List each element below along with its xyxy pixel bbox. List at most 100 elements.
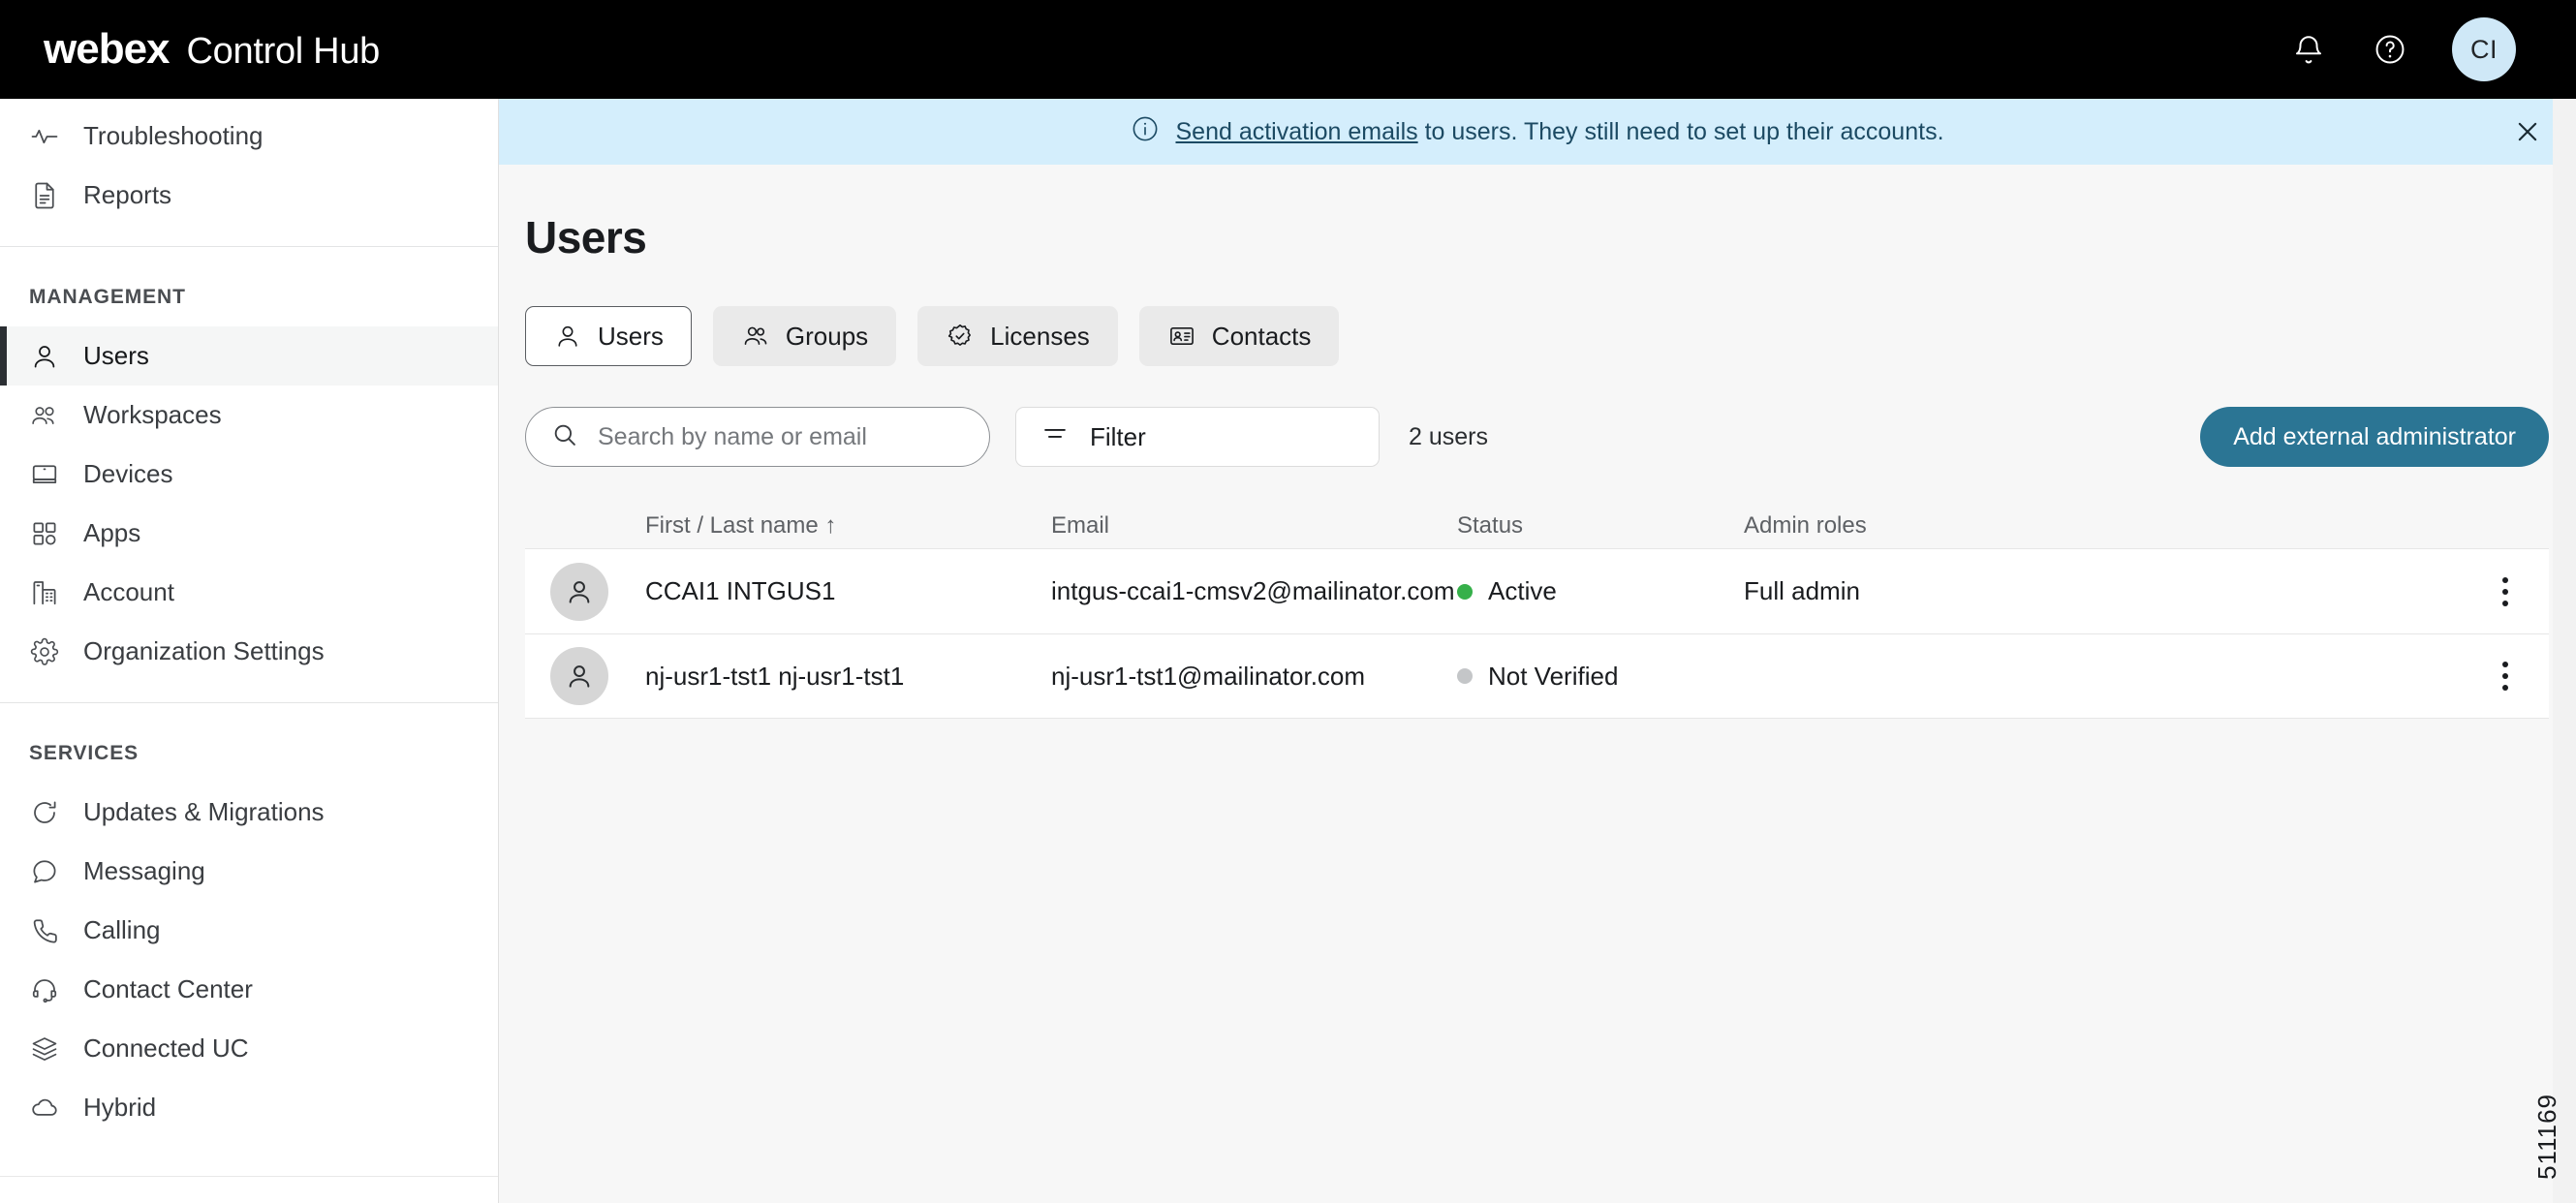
sidebar-item-messaging[interactable]: Messaging [0, 842, 498, 901]
sidebar-item-label: Troubleshooting [83, 121, 264, 150]
info-circle-icon [1131, 114, 1160, 150]
control-hub-app: webex Control Hub CI Troubleshooting Rep… [0, 0, 2576, 1203]
sidebar-item-workspaces[interactable]: Workspaces [0, 386, 498, 445]
sidebar-item-label: Hybrid [83, 1093, 157, 1122]
status-dot [1457, 583, 1473, 600]
cell-name: nj-usr1-tst1 nj-usr1-tst1 [645, 661, 905, 691]
sidebar-item-devices[interactable]: Devices [0, 445, 498, 504]
right-edge-strip [2553, 99, 2576, 1203]
sidebar-item-account[interactable]: Account [0, 563, 498, 622]
headset-icon [29, 974, 60, 1005]
column-header-admin-roles[interactable]: Admin roles [1744, 512, 2131, 540]
more-vertical-icon[interactable] [2497, 571, 2514, 612]
table-row[interactable]: nj-usr1-tst1 nj-usr1-tst1 nj-usr1-tst1@m… [525, 633, 2549, 719]
status-badge: Not Verified [1457, 662, 1744, 692]
sidebar-item-label: Reports [83, 180, 172, 209]
building-icon [29, 577, 60, 608]
gear-icon [29, 636, 60, 667]
send-activation-emails-link[interactable]: Send activation emails [1175, 118, 1417, 145]
top-header-bar: webex Control Hub CI [0, 0, 2576, 99]
column-header-name-label: First / Last name [645, 512, 819, 539]
sidebar-item-reports[interactable]: Reports [0, 166, 498, 225]
watermark-number: 511169 [2532, 1094, 2561, 1180]
sidebar-section-management: MANAGEMENT [29, 286, 186, 308]
sidebar-item-troubleshooting[interactable]: Troubleshooting [0, 107, 498, 166]
sidebar-section-services: SERVICES [29, 742, 140, 764]
badge-check-icon [946, 322, 975, 351]
sidebar-item-users[interactable]: Users [0, 326, 498, 386]
status-dot [1457, 668, 1473, 684]
cell-email: nj-usr1-tst1@mailinator.com [1051, 661, 1366, 691]
sidebar-item-updates-migrations[interactable]: Updates & Migrations [0, 783, 498, 842]
users-table: First / Last name ↑ Email Status Admin r… [525, 504, 2549, 719]
sidebar-item-label: Account [83, 577, 174, 606]
avatar-initials: CI [2470, 34, 2498, 64]
tab-label: Contacts [1211, 321, 1312, 351]
tab-label: Users [598, 321, 664, 351]
sidebar-item-label: Contact Center [83, 974, 253, 1003]
page-title: Users [525, 212, 647, 262]
sidebar-item-contact-center[interactable]: Contact Center [0, 960, 498, 1019]
tab-licenses[interactable]: Licenses [917, 306, 1118, 366]
id-card-icon [1167, 322, 1196, 351]
table-row[interactable]: CCAI1 INTGUS1 intgus-ccai1-cmsv2@mailina… [525, 548, 2549, 633]
tab-groups[interactable]: Groups [712, 306, 897, 366]
cloud-icon [29, 1093, 60, 1124]
cell-admin-roles: Full admin [1744, 576, 1860, 605]
chat-bubble-icon [29, 856, 60, 887]
banner-message: Send activation emails to users. They st… [1131, 114, 1944, 150]
sidebar-item-label: Updates & Migrations [83, 797, 325, 826]
cell-email: intgus-ccai1-cmsv2@mailinator.com [1051, 576, 1455, 605]
column-header-email[interactable]: Email [1051, 512, 1457, 540]
brand-product-text: Control Hub [186, 31, 381, 72]
table-header-row: First / Last name ↑ Email Status Admin r… [525, 504, 2549, 548]
user-count-label: 2 users [1409, 422, 1488, 450]
person-icon [29, 341, 60, 372]
activation-banner: Send activation emails to users. They st… [499, 99, 2576, 165]
column-header-status[interactable]: Status [1457, 512, 1744, 540]
people-group-icon [741, 322, 770, 351]
bell-icon[interactable] [2289, 30, 2328, 69]
column-header-name[interactable]: First / Last name ↑ [645, 512, 1051, 540]
filter-label: Filter [1090, 421, 1146, 451]
brand-webex-text: webex [44, 25, 171, 73]
sort-ascending-icon: ↑ [824, 512, 837, 539]
person-avatar-icon [550, 562, 608, 621]
close-icon[interactable] [2508, 112, 2547, 151]
status-label: Active [1488, 576, 1557, 605]
search-input[interactable] [598, 422, 964, 451]
sidebar-item-clipped[interactable] [0, 99, 498, 107]
tab-users[interactable]: Users [525, 306, 692, 366]
sidebar-navigation[interactable]: Troubleshooting Reports MANAGEMENT Users… [0, 99, 499, 1203]
filter-button[interactable]: Filter [1015, 407, 1380, 467]
add-external-administrator-button[interactable]: Add external administrator [2200, 407, 2549, 467]
tab-contacts[interactable]: Contacts [1138, 306, 1340, 366]
phone-icon [29, 915, 60, 946]
person-icon [553, 322, 582, 351]
sidebar-item-organization-settings[interactable]: Organization Settings [0, 622, 498, 681]
brand-logo[interactable]: webex Control Hub [44, 25, 380, 74]
person-avatar-icon [550, 647, 608, 705]
filter-lines-icon [1041, 420, 1069, 454]
more-vertical-icon[interactable] [2497, 656, 2514, 696]
grid-apps-icon [29, 518, 60, 549]
tab-label: Licenses [990, 321, 1090, 351]
search-box[interactable] [525, 407, 990, 467]
sidebar-item-label: Users [83, 341, 149, 370]
tab-bar: Users Groups Licenses Contacts [499, 263, 2576, 366]
monitor-icon [29, 459, 60, 490]
sidebar-item-hybrid[interactable]: Hybrid [0, 1078, 498, 1137]
document-report-icon [29, 180, 60, 211]
sidebar-item-calling[interactable]: Calling [0, 901, 498, 960]
sidebar-item-label: Organization Settings [83, 636, 325, 665]
avatar[interactable]: CI [2452, 17, 2516, 81]
sidebar-item-connected-uc[interactable]: Connected UC [0, 1019, 498, 1078]
help-circle-icon[interactable] [2371, 30, 2409, 69]
main-content: Send activation emails to users. They st… [499, 99, 2576, 1203]
sidebar-item-apps[interactable]: Apps [0, 504, 498, 563]
status-label: Not Verified [1488, 661, 1619, 691]
layers-icon [29, 1033, 60, 1064]
sidebar-item-label: Workspaces [83, 400, 222, 429]
sidebar-item-label: Messaging [83, 856, 205, 885]
status-badge: Active [1457, 576, 1744, 606]
